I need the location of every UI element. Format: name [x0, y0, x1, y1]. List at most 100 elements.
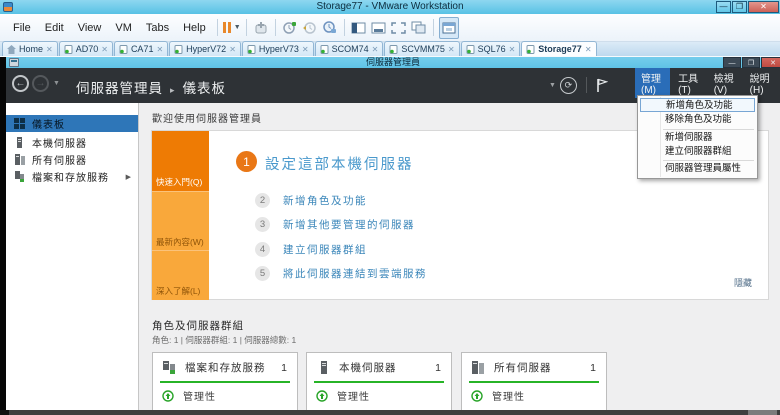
- sidebar-item-local-server[interactable]: 本機伺服器: [6, 134, 138, 151]
- vmware-restore-button[interactable]: ❐: [732, 1, 747, 13]
- menu-item-remove-roles-features[interactable]: 移除角色及功能: [640, 113, 755, 127]
- sidebar-item-file-storage-services[interactable]: 檔案和存放服務 ▶: [6, 168, 138, 185]
- manageability-row[interactable]: 管理性: [153, 383, 297, 403]
- manageability-up-icon: [162, 390, 174, 402]
- guest-close-button[interactable]: ✕: [761, 57, 780, 68]
- quick-start-block[interactable]: 快速入門(Q): [152, 131, 209, 191]
- step-5-badge: 5: [255, 266, 270, 281]
- vm-tab-icon: [389, 45, 398, 54]
- step-4-link[interactable]: 4 建立伺服器群組: [255, 242, 367, 257]
- menu-item-add-roles-features[interactable]: 新增角色及功能: [640, 98, 755, 112]
- toolbar-separator: [217, 19, 218, 36]
- tab-ad70[interactable]: AD70 ✕: [59, 41, 113, 56]
- tab-close-icon[interactable]: ✕: [156, 45, 163, 54]
- step-1-link[interactable]: 設定這部本機伺服器: [265, 153, 414, 174]
- menu-item-add-servers[interactable]: 新增伺服器: [640, 131, 755, 145]
- forward-button[interactable]: →: [32, 75, 49, 92]
- menu-manage[interactable]: 管理(M): [635, 68, 670, 98]
- tile-local-server[interactable]: 本機伺服器 1 管理性 事件: [306, 352, 452, 415]
- tab-sql76[interactable]: SQL76 ✕: [461, 41, 521, 56]
- guest-minimize-button[interactable]: —: [723, 57, 741, 68]
- tab-hyperv73[interactable]: HyperV73 ✕: [242, 41, 314, 56]
- manageability-row[interactable]: 管理性: [307, 383, 451, 403]
- fullscreen-button[interactable]: [390, 18, 408, 38]
- sidebar-item-dashboard[interactable]: 儀表板: [6, 115, 138, 132]
- menu-view[interactable]: View: [71, 22, 109, 34]
- tab-hyperv72[interactable]: HyperV72 ✕: [169, 41, 241, 56]
- tab-close-icon[interactable]: ✕: [101, 45, 108, 54]
- flag-icon: [596, 78, 608, 93]
- toolbar-separator: [246, 19, 247, 36]
- manageability-row[interactable]: 管理性: [462, 383, 606, 403]
- menu-help[interactable]: Help: [176, 22, 213, 34]
- step-4-badge: 4: [255, 242, 270, 257]
- whats-new-block[interactable]: 最新內容(W): [152, 191, 209, 251]
- tab-close-icon[interactable]: ✕: [46, 45, 53, 54]
- tab-close-icon[interactable]: ✕: [509, 45, 516, 54]
- step-3-link[interactable]: 3 新增其他要管理的伺服器: [255, 217, 415, 232]
- menu-tabs[interactable]: Tabs: [139, 22, 176, 34]
- menu-edit[interactable]: Edit: [38, 22, 71, 34]
- send-ctrl-alt-del-button[interactable]: [252, 18, 270, 38]
- menu-separator: [663, 129, 754, 130]
- tab-ca71[interactable]: CA71 ✕: [114, 41, 168, 56]
- manage-snapshots-button[interactable]: [321, 18, 339, 38]
- tab-close-icon[interactable]: ✕: [229, 45, 236, 54]
- tile-file-storage-services[interactable]: 檔案和存放服務 1 管理性 事件: [152, 352, 298, 415]
- vmware-minimize-button[interactable]: —: [716, 1, 731, 13]
- revert-snapshot-button[interactable]: [301, 18, 319, 38]
- pause-button[interactable]: ▼: [223, 18, 241, 38]
- home-icon: [7, 45, 16, 54]
- menu-view-guest[interactable]: 檢視(V): [708, 68, 742, 98]
- menu-tools[interactable]: 工具(T): [672, 68, 706, 98]
- refresh-caret-icon[interactable]: ▼: [549, 82, 556, 89]
- manage-snapshots-icon: [322, 20, 337, 35]
- header-controls: ▼ ⟳: [546, 74, 612, 96]
- expand-arrow-icon[interactable]: ▶: [126, 173, 131, 181]
- tab-scom74[interactable]: SCOM74 ✕: [315, 41, 384, 56]
- tab-scvmm75[interactable]: SCVMM75 ✕: [384, 41, 459, 56]
- tab-storage77[interactable]: Storage77 ✕: [521, 41, 596, 56]
- sidebar-item-all-servers[interactable]: 所有伺服器: [6, 151, 138, 168]
- tab-close-icon[interactable]: ✕: [302, 45, 309, 54]
- menu-item-create-server-group[interactable]: 建立伺服器群組: [640, 145, 755, 159]
- tab-close-icon[interactable]: ✕: [372, 45, 379, 54]
- take-snapshot-button[interactable]: [281, 18, 299, 38]
- unity-button[interactable]: [410, 18, 428, 38]
- tab-close-icon[interactable]: ✕: [585, 45, 592, 54]
- nav-caret-icon[interactable]: ▼: [53, 80, 60, 87]
- notifications-flag-button[interactable]: [596, 78, 608, 93]
- menu-separator: [663, 160, 754, 161]
- scrollbar-thumb[interactable]: [748, 410, 777, 415]
- refresh-button[interactable]: ⟳: [560, 77, 577, 94]
- show-library-button[interactable]: [350, 18, 368, 38]
- local-server-icon: [14, 137, 25, 148]
- pause-caret-icon: ▼: [234, 24, 241, 31]
- vmware-close-button[interactable]: ✕: [748, 1, 779, 13]
- ctrl-alt-del-icon: [254, 21, 268, 35]
- breadcrumb-root[interactable]: 伺服器管理員: [76, 81, 163, 96]
- step-2-link[interactable]: 2 新增角色及功能: [255, 193, 367, 208]
- tile-server-count: 1: [281, 362, 287, 374]
- vm-tab-icon: [466, 45, 475, 54]
- hide-welcome-link[interactable]: 隱藏: [734, 276, 752, 289]
- tab-close-icon[interactable]: ✕: [448, 45, 455, 54]
- vm-tab-icon: [174, 45, 183, 54]
- guest-restore-button[interactable]: ❐: [742, 57, 760, 68]
- menu-vm[interactable]: VM: [108, 22, 139, 34]
- menu-help-guest[interactable]: 說明(H): [744, 68, 778, 98]
- menu-file[interactable]: File: [6, 22, 38, 34]
- console-view-button[interactable]: [439, 17, 459, 39]
- learn-more-block[interactable]: 深入了解(L): [152, 250, 209, 300]
- tile-all-servers[interactable]: 所有伺服器 1 管理性 事件: [461, 352, 607, 415]
- tab-home[interactable]: Home ✕: [2, 41, 58, 56]
- back-arrow-icon: ←: [16, 78, 26, 89]
- menu-item-server-manager-properties[interactable]: 伺服器管理員屬性: [640, 162, 755, 176]
- back-button[interactable]: ←: [12, 75, 29, 92]
- bottom-scrollbar-band[interactable]: [0, 410, 780, 415]
- roles-section-counts: 角色: 1 | 伺服器群組: 1 | 伺服器總數: 1: [152, 334, 296, 346]
- breadcrumb: 伺服器管理員▸儀表板: [76, 77, 226, 97]
- header-separator: [586, 77, 587, 93]
- step-5-link[interactable]: 5 將此伺服器連結到雲端服務: [255, 266, 427, 281]
- show-thumbnail-bar-button[interactable]: [370, 18, 388, 38]
